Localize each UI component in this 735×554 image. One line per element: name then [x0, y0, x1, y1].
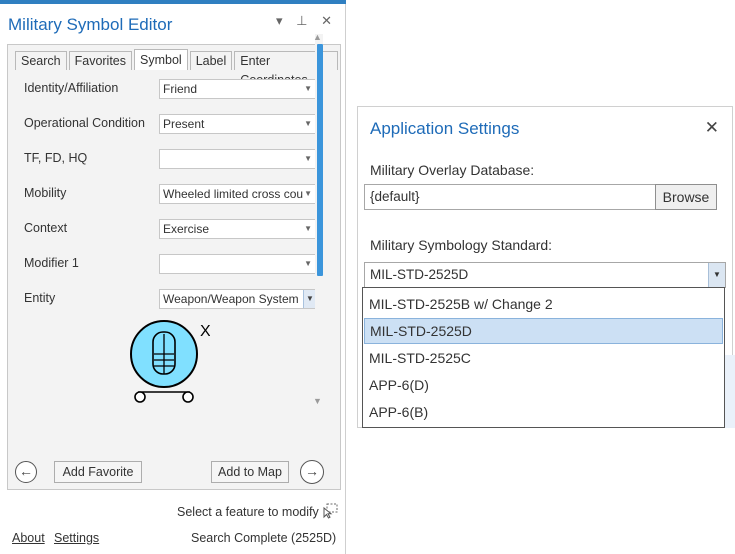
symbology-standard-label: Military Symbology Standard: [370, 237, 553, 253]
entity-select[interactable]: Weapon/Weapon System : ▼ [159, 289, 317, 309]
back-arrow-icon[interactable]: ← [15, 461, 37, 483]
symbology-standard-dropdown: MIL-STD-2525B w/ Change 2 MIL-STD-2525D … [362, 287, 725, 428]
option-mil-std-2525d[interactable]: MIL-STD-2525D [364, 318, 723, 344]
add-favorite-button[interactable]: Add Favorite [54, 461, 142, 483]
context-row: Context Exercise ▼ [24, 219, 324, 239]
symbology-standard-value: MIL-STD-2525D [370, 267, 469, 282]
military-symbol-icon: X [130, 320, 211, 403]
modifier-1-label: Modifier 1 [24, 256, 79, 270]
symbol-preview: X [120, 312, 211, 412]
tab-strip: Search Favorites Symbol Label Enter Coor… [15, 49, 340, 87]
context-label: Context [24, 221, 68, 235]
forward-arrow-icon[interactable]: → [300, 460, 324, 484]
tab-search[interactable]: Search [15, 51, 67, 70]
entity-value: Weapon/Weapon System : [163, 292, 306, 306]
chevron-down-icon: ▼ [304, 84, 312, 93]
panel-accent-bar [0, 0, 346, 4]
background-edge [725, 355, 735, 428]
overlay-database-field[interactable]: {default} [364, 184, 656, 210]
identity-affiliation-row: Identity/Affiliation Friend ▼ [24, 79, 324, 99]
military-symbol-editor-panel: Military Symbol Editor ▾ ⊥ ✕ Search Favo… [0, 0, 346, 554]
operational-condition-row: Operational Condition Present ▼ [24, 114, 324, 134]
mobility-value: Wheeled limited cross cou [163, 187, 304, 201]
option-app-6b[interactable]: APP-6(B) [364, 399, 723, 425]
option-app-6d[interactable]: APP-6(D) [364, 372, 723, 398]
symbology-standard-select[interactable]: MIL-STD-2525D ▼ [364, 262, 726, 288]
chevron-down-icon: ▼ [304, 119, 312, 128]
context-select[interactable]: Exercise ▼ [159, 219, 317, 239]
mobility-select[interactable]: Wheeled limited cross cou ▼ [159, 184, 317, 204]
tf-fd-hq-select[interactable]: ▼ [159, 149, 317, 169]
identity-affiliation-select[interactable]: Friend ▼ [159, 79, 317, 99]
panel-controls: ▾ ⊥ ✕ [276, 13, 337, 29]
symbol-modifier-text: X [200, 323, 210, 340]
operational-condition-value: Present [163, 117, 205, 131]
settings-link[interactable]: Settings [54, 531, 99, 545]
operational-condition-label: Operational Condition [24, 116, 145, 130]
pin-icon[interactable]: ⊥ [296, 13, 312, 29]
context-value: Exercise [163, 222, 210, 236]
entity-row: Entity Weapon/Weapon System : ▼ [24, 289, 324, 309]
tab-label[interactable]: Label [189, 51, 233, 70]
select-feature-hint: Select a feature to modify [177, 505, 319, 519]
panel-title: Military Symbol Editor [8, 15, 173, 34]
search-status-text: Search Complete (2525D) [191, 531, 337, 545]
dialog-title: Application Settings [370, 119, 520, 138]
browse-button[interactable]: Browse [655, 184, 717, 210]
option-mil-std-2525c[interactable]: MIL-STD-2525C [364, 345, 723, 371]
add-to-map-button[interactable]: Add to Map [211, 461, 289, 483]
overlay-database-label: Military Overlay Database: [370, 162, 535, 178]
about-link[interactable]: About [12, 531, 45, 545]
identity-affiliation-label: Identity/Affiliation [24, 81, 119, 95]
panel-menu-icon[interactable]: ▾ [276, 13, 288, 29]
modifier-1-row: Modifier 1 ▼ [24, 254, 324, 274]
chevron-down-icon[interactable]: ▼ [708, 263, 725, 287]
panel-close-icon[interactable]: ✕ [321, 13, 337, 29]
modifier-1-select[interactable]: ▼ [159, 254, 317, 274]
identity-affiliation-value: Friend [163, 82, 198, 96]
chevron-down-icon: ▼ [304, 189, 312, 198]
mobility-row: Mobility Wheeled limited cross cou ▼ [24, 184, 324, 204]
tab-symbol[interactable]: Symbol [134, 49, 188, 70]
tab-favorites[interactable]: Favorites [68, 51, 133, 70]
scroll-down-icon[interactable]: ▼ [313, 396, 322, 406]
chevron-down-icon: ▼ [304, 259, 312, 268]
tf-fd-hq-label: TF, FD, HQ [24, 151, 88, 165]
operational-condition-select[interactable]: Present ▼ [159, 114, 317, 134]
close-icon[interactable]: ✕ [705, 118, 719, 138]
chevron-down-icon: ▼ [304, 224, 312, 233]
scroll-thumb[interactable] [317, 44, 323, 276]
chevron-down-icon: ▼ [304, 154, 312, 163]
entity-label: Entity [24, 291, 56, 305]
tf-fd-hq-row: TF, FD, HQ ▼ [24, 149, 324, 169]
option-mil-std-2525b-change-2[interactable]: MIL-STD-2525B w/ Change 2 [364, 291, 723, 317]
select-feature-icon[interactable] [321, 503, 339, 524]
scroll-up-icon[interactable]: ▲ [313, 32, 322, 42]
mobility-label: Mobility [24, 186, 67, 200]
